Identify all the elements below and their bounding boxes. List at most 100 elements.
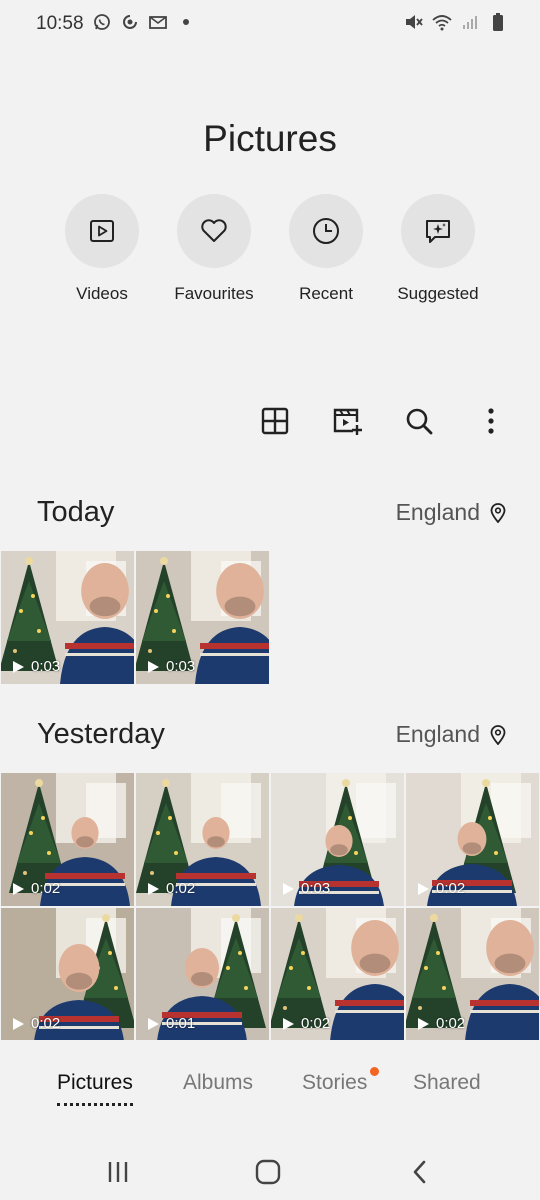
more-options-button[interactable]	[472, 402, 510, 440]
bottom-tabs: Pictures Albums Stories Shared	[0, 1040, 540, 1140]
video-duration: 0:03	[31, 658, 61, 675]
favourites-button[interactable]: Favourites	[158, 194, 270, 304]
back-button[interactable]	[400, 1152, 440, 1192]
video-duration-overlay: 0:02	[11, 880, 60, 897]
tab-label: Pictures	[57, 1071, 133, 1094]
recent-circle[interactable]	[289, 194, 363, 268]
play-icon	[283, 1017, 294, 1030]
clock-icon	[313, 218, 339, 244]
more-options-icon	[488, 408, 494, 434]
quick-actions: Videos Favourites Recent Suggested	[46, 194, 494, 304]
grid-yesterday: 0:02 0:02 0:03 0:02 0:02 0:01 0:02 0:02	[1, 773, 539, 1041]
section-header-yesterday: Yesterday England	[0, 718, 540, 758]
video-duration-overlay: 0:02	[416, 1015, 465, 1032]
video-duration-overlay: 0:03	[11, 658, 60, 675]
back-icon	[413, 1160, 426, 1184]
video-duration: 0:03	[301, 880, 331, 897]
sparkle-chat-icon	[426, 220, 450, 243]
app-notification-icon	[120, 12, 140, 32]
video-icon	[90, 220, 114, 242]
video-thumbnail[interactable]: 0:03	[1, 551, 134, 684]
video-duration: 0:03	[166, 658, 196, 675]
section-location[interactable]: England	[396, 499, 506, 526]
video-thumbnail[interactable]: 0:03	[271, 773, 404, 906]
video-thumbnail[interactable]: 0:02	[1, 908, 134, 1041]
mute-icon	[404, 12, 424, 32]
tab-stories[interactable]: Stories	[302, 1067, 380, 1095]
video-duration-overlay: 0:01	[146, 1015, 195, 1032]
video-duration-overlay: 0:02	[416, 880, 465, 897]
video-duration-overlay: 0:02	[146, 880, 195, 897]
tab-pictures[interactable]: Pictures	[57, 1071, 133, 1106]
play-icon	[418, 882, 429, 895]
tab-label: Shared	[413, 1071, 481, 1094]
search-button[interactable]	[400, 402, 438, 440]
videos-circle[interactable]	[65, 194, 139, 268]
section-header-today: Today England	[0, 496, 540, 536]
home-icon	[255, 1159, 281, 1185]
system-nav-bar	[0, 1140, 540, 1200]
video-duration: 0:02	[31, 1015, 61, 1032]
tab-shared[interactable]: Shared	[413, 1071, 481, 1095]
status-right-icons	[404, 12, 508, 32]
recent-label: Recent	[299, 284, 353, 303]
video-thumbnail[interactable]: 0:01	[136, 908, 269, 1041]
section-title: Yesterday	[37, 718, 165, 750]
grid-today: 0:03 0:03	[1, 551, 539, 684]
wifi-icon	[432, 12, 452, 32]
grid-view-button[interactable]	[256, 402, 294, 440]
video-thumbnail[interactable]: 0:02	[271, 908, 404, 1041]
play-icon	[283, 882, 294, 895]
section-location[interactable]: England	[396, 721, 506, 748]
tab-label: Albums	[183, 1071, 254, 1094]
new-badge-dot	[370, 1067, 380, 1076]
videos-button[interactable]: Videos	[46, 194, 158, 304]
recent-apps-icon	[108, 1162, 128, 1182]
video-duration: 0:02	[436, 880, 466, 897]
heart-icon	[201, 219, 227, 242]
video-duration: 0:02	[166, 880, 196, 897]
toolbar	[256, 402, 510, 440]
play-icon	[418, 1017, 429, 1030]
home-button[interactable]	[248, 1152, 288, 1192]
play-icon	[148, 1017, 159, 1030]
status-left-icons	[92, 12, 196, 32]
video-duration-overlay: 0:03	[146, 658, 195, 675]
video-duration: 0:02	[301, 1015, 331, 1032]
video-thumbnail[interactable]: 0:03	[136, 551, 269, 684]
video-duration-overlay: 0:03	[281, 880, 330, 897]
recent-apps-button[interactable]	[98, 1152, 138, 1192]
section-title: Today	[37, 496, 115, 528]
tab-label: Stories	[302, 1071, 368, 1094]
video-thumbnail[interactable]: 0:02	[406, 908, 539, 1041]
favourites-label: Favourites	[174, 284, 254, 303]
favourites-circle[interactable]	[177, 194, 251, 268]
whatsapp-icon	[92, 12, 112, 32]
location-label: England	[395, 721, 480, 747]
suggested-circle[interactable]	[401, 194, 475, 268]
videos-label: Videos	[76, 284, 128, 303]
recent-button[interactable]: Recent	[270, 194, 382, 304]
search-icon	[406, 408, 433, 435]
create-movie-button[interactable]	[328, 402, 366, 440]
video-duration-overlay: 0:02	[281, 1015, 330, 1032]
tab-albums[interactable]: Albums	[183, 1071, 253, 1095]
page-title: Pictures	[203, 118, 337, 159]
play-icon	[148, 660, 159, 673]
video-duration: 0:02	[436, 1015, 466, 1032]
gallery-screen: 10:58 Pictures Videos Favourites Recent …	[0, 0, 540, 1200]
location-pin-icon	[490, 724, 506, 745]
video-duration: 0:02	[31, 880, 61, 897]
create-movie-icon	[333, 408, 362, 435]
mail-icon	[148, 12, 168, 32]
suggested-label: Suggested	[397, 284, 479, 303]
play-icon	[148, 882, 159, 895]
video-thumbnail[interactable]: 0:02	[406, 773, 539, 906]
suggested-button[interactable]: Suggested	[382, 194, 494, 304]
video-duration-overlay: 0:02	[11, 1015, 60, 1032]
video-thumbnail[interactable]: 0:02	[1, 773, 134, 906]
location-pin-icon	[490, 502, 506, 523]
active-tab-indicator	[57, 1103, 133, 1106]
status-time: 10:58	[36, 13, 84, 34]
video-thumbnail[interactable]: 0:02	[136, 773, 269, 906]
